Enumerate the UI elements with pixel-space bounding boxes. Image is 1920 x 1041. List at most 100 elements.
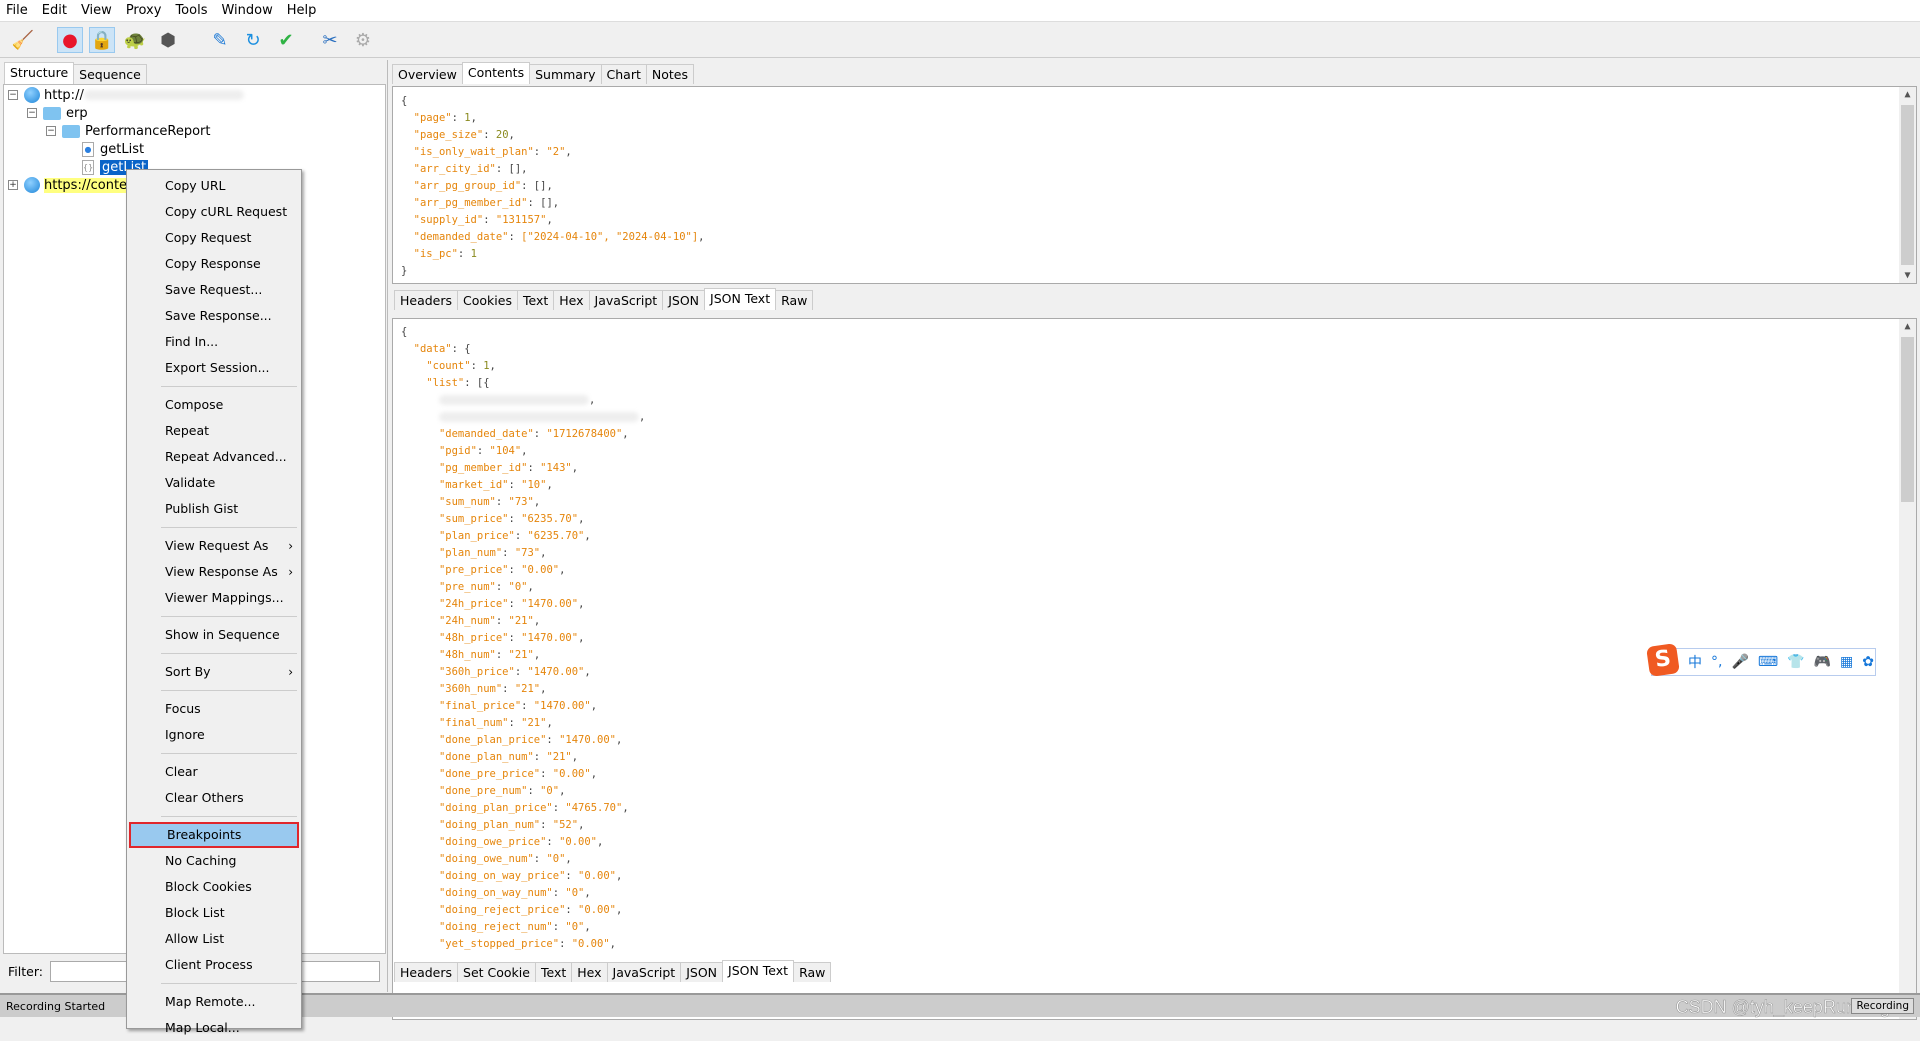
context-menu-item-allow-list[interactable]: Allow List [127,926,301,952]
tab-hex[interactable]: Hex [571,962,608,982]
context-menu-item-copy-url[interactable]: Copy URL [127,173,301,199]
ime-toolbar[interactable]: S 中 °, 🎤 ⌨ 👕 🎮 ▦ ✿ [1646,643,1876,677]
compose-pen-button[interactable]: ✎ [207,27,233,53]
tab-headers[interactable]: Headers [394,962,459,982]
menu-window[interactable]: Window [221,3,272,18]
tab-javascript[interactable]: JavaScript [588,290,664,310]
context-menu-item-compose[interactable]: Compose [127,392,301,418]
context-menu-item-clear-others[interactable]: Clear Others [127,785,301,811]
settings-gear-icon: ⚙ [354,29,372,51]
json-key-text: 24h_num [445,615,490,627]
json-punct: , [584,530,591,542]
tab-hex[interactable]: Hex [553,290,590,310]
settings-icon[interactable]: ✿ [1862,654,1874,670]
ime-punct-toggle[interactable]: °, [1711,654,1722,670]
tree-node-getlist-1[interactable]: ● getList [82,140,144,158]
json-key: "doing_reject_price" [438,904,566,916]
context-menu-item-breakpoints[interactable]: Breakpoints [129,822,299,848]
context-menu-item-map-local[interactable]: Map Local... [127,1015,301,1041]
microphone-icon[interactable]: 🎤 [1731,654,1748,670]
tab-overview[interactable]: Overview [392,64,463,84]
context-menu-item-focus[interactable]: Focus [127,696,301,722]
menu-tools[interactable]: Tools [175,3,207,18]
tab-json-text[interactable]: JSON Text [704,288,777,310]
tab-json[interactable]: JSON [662,290,706,310]
context-menu-item-copy-curl-request[interactable]: Copy cURL Request [127,199,301,225]
context-menu-item-export-session[interactable]: Export Session... [127,355,301,381]
context-menu-item-block-list[interactable]: Block List [127,900,301,926]
context-menu-item-map-remote[interactable]: Map Remote... [127,989,301,1015]
ime-mode-toggle[interactable]: 中 [1688,652,1702,672]
context-menu-item-block-cookies[interactable]: Block Cookies [127,874,301,900]
collapse-icon[interactable]: − [27,108,37,118]
menu-item-label: Show in Sequence [165,627,280,642]
response-scrollbar[interactable]: ▲▼ [1899,319,1916,1019]
request-scrollbar[interactable]: ▲ ▼ [1899,87,1916,283]
tools-button[interactable]: ✂ [317,27,343,53]
tree-node-erp[interactable]: − erp [27,104,88,122]
tab-set-cookie[interactable]: Set Cookie [457,962,536,982]
context-menu-item-repeat[interactable]: Repeat [127,418,301,444]
turtle-throttle-button[interactable]: 🐢 [122,27,148,53]
context-menu-item-repeat-advanced[interactable]: Repeat Advanced... [127,444,301,470]
menu-help[interactable]: Help [287,3,317,18]
ssl-lock-button[interactable]: 🔒 [89,27,115,53]
menu-edit[interactable]: Edit [42,3,67,18]
tab-raw[interactable]: Raw [793,962,832,982]
context-menu-item-view-request-as[interactable]: View Request As › [127,533,301,559]
record-button[interactable]: ● [57,27,83,53]
context-menu-item-view-response-as[interactable]: View Response As › [127,559,301,585]
tab-sequence[interactable]: Sequence [73,64,147,84]
collapse-icon[interactable]: − [8,90,18,100]
json-punct: , [588,394,596,406]
context-menu-item-validate[interactable]: Validate [127,470,301,496]
request-json-view[interactable]: { "page": 1, "page_size": 20, "is_only_w… [392,86,1917,284]
tab-cookies[interactable]: Cookies [457,290,518,310]
context-menu-item-ignore[interactable]: Ignore [127,722,301,748]
menu-file[interactable]: File [6,3,28,18]
broom-button[interactable]: 🧹 [10,27,36,53]
tree-node-performancereport[interactable]: − PerformanceReport [46,122,210,140]
context-menu-item-copy-request[interactable]: Copy Request [127,225,301,251]
gamepad-icon[interactable]: 🎮 [1814,654,1831,670]
apps-grid-icon[interactable]: ▦ [1840,654,1853,670]
menu-proxy[interactable]: Proxy [126,3,162,18]
context-menu-item-save-response[interactable]: Save Response... [127,303,301,329]
tab-summary[interactable]: Summary [529,64,602,84]
keyboard-icon[interactable]: ⌨ [1758,654,1778,670]
repeat-refresh-button[interactable]: ↻ [240,27,266,53]
context-menu-item-find-in[interactable]: Find In... [127,329,301,355]
tab-chart[interactable]: Chart [600,64,647,84]
skin-shirt-icon[interactable]: 👕 [1787,654,1804,670]
validate-check-button[interactable]: ✔ [273,27,299,53]
menu-view[interactable]: View [81,3,112,18]
tab-raw[interactable]: Raw [775,290,814,310]
context-menu-item-show-in-sequence[interactable]: Show in Sequence [127,622,301,648]
context-menu-item-clear[interactable]: Clear [127,759,301,785]
expand-icon[interactable]: + [8,180,18,190]
tab-structure[interactable]: Structure [4,62,75,84]
tab-notes[interactable]: Notes [645,64,694,84]
context-menu-item-viewer-mappings[interactable]: Viewer Mappings... [127,585,301,611]
collapse-icon[interactable]: − [46,126,56,136]
context-menu-item-copy-response[interactable]: Copy Response [127,251,301,277]
stop-hexagon-button[interactable]: ⬢ [155,27,181,53]
tab-contents[interactable]: Contents [461,62,531,84]
tab-headers[interactable]: Headers [394,290,459,310]
context-menu-item-sort-by[interactable]: Sort By › [127,659,301,685]
tab-json[interactable]: JSON [680,962,724,982]
json-value: "1470.00" [559,734,616,746]
tab-json-text[interactable]: JSON Text [722,960,795,982]
recording-indicator[interactable]: Recording [1851,998,1914,1014]
settings-gear-button[interactable]: ⚙ [350,27,376,53]
context-menu-item-publish-gist[interactable]: Publish Gist [127,496,301,522]
json-line: "pg_member_id": "143", [438,462,579,474]
tab-text[interactable]: Text [534,962,573,982]
json-key-text: doing_owe_num [445,853,528,865]
tree-node-host[interactable]: − http:// [8,86,244,104]
tab-text[interactable]: Text [516,290,555,310]
context-menu-item-save-request[interactable]: Save Request... [127,277,301,303]
context-menu-item-client-process[interactable]: Client Process [127,952,301,978]
tab-javascript[interactable]: JavaScript [606,962,682,982]
context-menu-item-no-caching[interactable]: No Caching [127,848,301,874]
